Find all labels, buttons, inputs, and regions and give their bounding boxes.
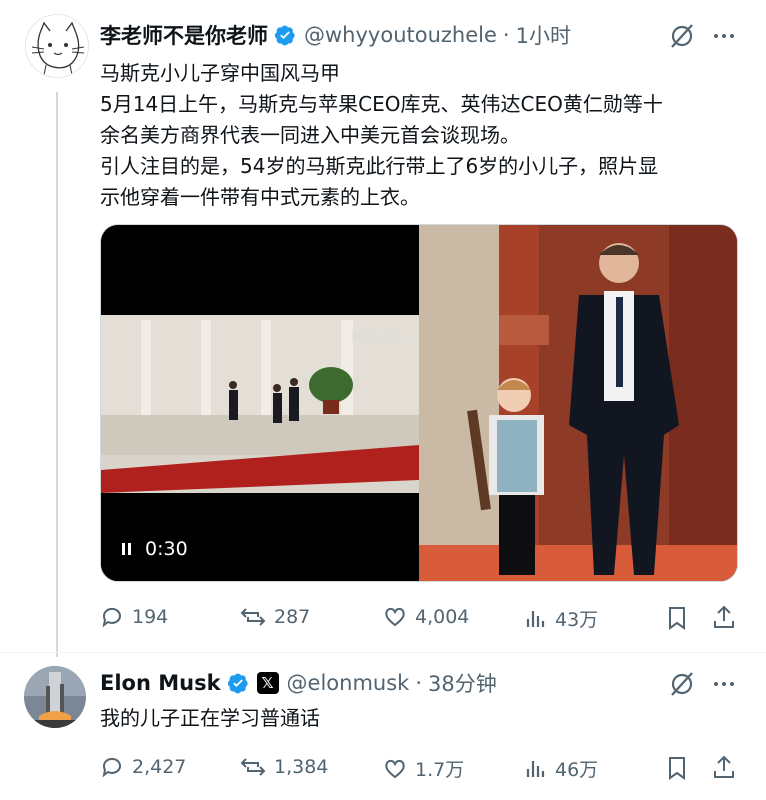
tweet-title-line: 马斯克小儿子穿中国风马甲 bbox=[100, 61, 340, 85]
repost-button[interactable]: 1,384 bbox=[240, 755, 328, 779]
tweet-text-line: 引人注目的是，54岁的马斯克此行带上了6岁的小儿子，照片显 bbox=[100, 154, 659, 178]
reply-button[interactable]: 194 bbox=[100, 605, 168, 629]
repost-count: 287 bbox=[274, 606, 311, 628]
tweet-text-line: 余名美方商界代表一同进入中美元首会谈现场。 bbox=[100, 123, 520, 147]
photo[interactable] bbox=[419, 225, 737, 581]
repost-button[interactable]: 287 bbox=[240, 605, 310, 629]
more-icon[interactable] bbox=[710, 670, 738, 698]
reply-count: 2,427 bbox=[132, 756, 187, 778]
like-button[interactable]: 4,004 bbox=[383, 605, 469, 629]
grok-icon[interactable] bbox=[668, 670, 696, 698]
video-duration: 0:30 bbox=[145, 538, 188, 560]
video-timer[interactable]: 0:30 bbox=[121, 538, 188, 560]
reply-count: 194 bbox=[132, 606, 169, 628]
reply-tweet-text: 我的儿子正在学习普通话 bbox=[100, 706, 320, 730]
like-icon bbox=[385, 759, 405, 778]
bookmark-icon[interactable] bbox=[666, 606, 688, 630]
display-name[interactable]: Elon Musk bbox=[100, 671, 221, 695]
media-grid: 微博视频号 0:30 bbox=[100, 224, 738, 582]
tweet-text-line: 示他穿着一件带有中式元素的上衣。 bbox=[100, 185, 420, 209]
tweet-text: 马斯克小儿子穿中国风马甲 5月14日上午，马斯克与苹果CEO库克、英伟达CEO黄… bbox=[100, 58, 740, 213]
separator-dot: · bbox=[415, 671, 423, 695]
views-count: 46万 bbox=[555, 759, 599, 781]
bookmark-icon[interactable] bbox=[666, 756, 688, 780]
like-count: 1.7万 bbox=[415, 759, 465, 781]
timestamp[interactable]: 1小时 bbox=[516, 20, 571, 50]
avatar[interactable] bbox=[24, 666, 86, 728]
share-icon[interactable] bbox=[712, 754, 736, 780]
like-icon bbox=[385, 607, 405, 627]
separator-dot: · bbox=[502, 23, 510, 47]
video-player[interactable]: 微博视频号 0:30 bbox=[101, 225, 419, 581]
views-button[interactable]: 46万 bbox=[525, 755, 598, 782]
repost-count: 1,384 bbox=[274, 756, 329, 778]
reply-icon bbox=[102, 607, 121, 628]
tweet-divider bbox=[0, 652, 766, 653]
x-affiliate-badge[interactable]: 𝕏 bbox=[256, 672, 279, 694]
handle[interactable]: @whyyoutouzhele bbox=[304, 23, 497, 47]
reply-button[interactable]: 2,427 bbox=[100, 755, 186, 779]
timestamp[interactable]: 38分钟 bbox=[428, 668, 497, 698]
like-button[interactable]: 1.7万 bbox=[383, 755, 464, 782]
views-count: 43万 bbox=[555, 609, 599, 631]
verified-icon bbox=[274, 25, 295, 46]
tweet-header: Elon Musk 𝕏 @elonmusk · 38分钟 bbox=[100, 667, 497, 699]
more-icon[interactable] bbox=[710, 22, 738, 50]
repost-icon bbox=[240, 758, 266, 776]
display-name[interactable]: 李老师不是你老师 bbox=[100, 20, 268, 50]
tweet-original[interactable]: 李老师不是你老师 @whyyoutouzhele · 1小时 马斯克小儿子穿中国… bbox=[0, 0, 766, 650]
pause-icon[interactable] bbox=[121, 542, 133, 556]
views-icon bbox=[526, 610, 545, 627]
tweet-text-line: 5月14日上午，马斯克与苹果CEO库克、英伟达CEO黄仁勋等十 bbox=[100, 92, 663, 116]
video-frame bbox=[101, 225, 419, 581]
photo-image bbox=[419, 225, 737, 581]
grok-icon[interactable] bbox=[668, 22, 696, 50]
handle[interactable]: @elonmusk bbox=[287, 671, 410, 695]
reply-icon bbox=[102, 757, 121, 778]
verified-icon bbox=[227, 673, 248, 694]
repost-icon bbox=[240, 608, 266, 626]
video-watermark: 微博视频号 bbox=[351, 333, 401, 344]
views-button[interactable]: 43万 bbox=[525, 605, 598, 632]
share-icon[interactable] bbox=[712, 604, 736, 630]
tweet-header: 李老师不是你老师 @whyyoutouzhele · 1小时 bbox=[100, 20, 571, 50]
like-count: 4,004 bbox=[415, 606, 470, 628]
avatar[interactable] bbox=[25, 14, 89, 78]
views-icon bbox=[526, 760, 545, 777]
